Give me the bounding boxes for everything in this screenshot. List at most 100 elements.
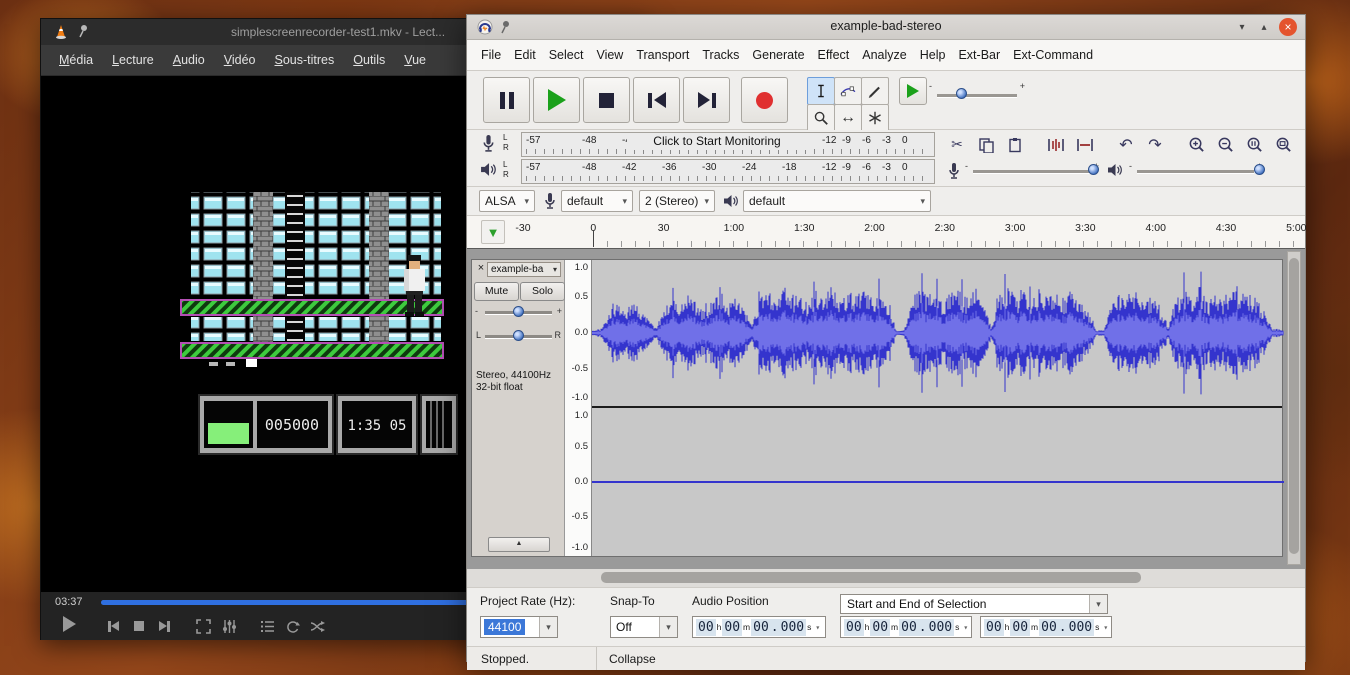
fit-selection-button[interactable] (1242, 134, 1266, 156)
loop-button[interactable] (282, 616, 302, 636)
vlc-menu-media[interactable]: Média (59, 53, 93, 67)
menu-view[interactable]: View (596, 48, 623, 62)
solo-button[interactable]: Solo (520, 282, 565, 301)
previous-button[interactable] (103, 616, 123, 636)
selection-start-field[interactable]: 00h 00m 00.000s ▾ (840, 616, 972, 638)
chevron-down-icon[interactable]: ▾ (1089, 595, 1107, 613)
gain-slider[interactable]: - + (474, 304, 563, 320)
scrollbar-thumb[interactable] (1289, 258, 1299, 554)
vlc-menu-subtitles[interactable]: Sous-titres (275, 53, 335, 67)
vertical-scrollbar[interactable] (1287, 251, 1301, 565)
recording-meter[interactable]: LR -57-48-42-36-30-24-18-12-9-6-30 Click… (473, 131, 933, 158)
project-rate-combo[interactable]: 44100 ▾ (480, 616, 558, 638)
audio-position-field[interactable]: 00h 00m 00.000s ▾ (692, 616, 826, 638)
vlc-menu-lecture[interactable]: Lecture (112, 53, 154, 67)
zoom-tool-button[interactable] (807, 104, 835, 132)
menu-help[interactable]: Help (920, 48, 946, 62)
skip-to-end-button[interactable] (683, 77, 730, 123)
play-at-speed-button[interactable] (899, 77, 927, 105)
playback-volume-slider[interactable]: - + (1129, 163, 1262, 179)
multi-tool-button[interactable] (861, 104, 889, 132)
time-shift-tool-button[interactable]: ↔ (834, 104, 862, 132)
menu-transport[interactable]: Transport (636, 48, 689, 62)
spinner-icon[interactable]: ▾ (1103, 623, 1108, 632)
menu-tracks[interactable]: Tracks (702, 48, 739, 62)
close-button[interactable]: × (1279, 18, 1297, 36)
playback-meter-bar[interactable]: -57-48-42-36-30-24-18-12-9-6-30 (521, 159, 935, 184)
recording-channels-combo[interactable]: 2 (Stereo)▾ (639, 190, 715, 212)
silence-audio-button[interactable] (1073, 134, 1097, 156)
vlc-menu-view[interactable]: Vue (404, 53, 426, 67)
track-close-button[interactable]: × (475, 262, 487, 274)
recording-device-combo[interactable]: default▾ (561, 190, 633, 212)
vlc-menu-tools[interactable]: Outils (353, 53, 385, 67)
selection-mode-combo[interactable]: Start and End of Selection ▾ (840, 594, 1108, 614)
extended-settings-button[interactable] (219, 616, 239, 636)
play-speed-slider[interactable]: - + (929, 87, 1025, 103)
fit-project-button[interactable] (1271, 134, 1295, 156)
menu-analyze[interactable]: Analyze (862, 48, 906, 62)
audacity-titlebar[interactable]: example-bad-stereo ▾ ▴ × (467, 15, 1305, 40)
skip-to-start-button[interactable] (633, 77, 680, 123)
waveform-channel-1[interactable] (592, 260, 1284, 406)
record-button[interactable] (741, 77, 788, 123)
track-name-menu[interactable]: example-ba▾ (487, 262, 561, 277)
redo-button[interactable]: ↷ (1143, 134, 1167, 156)
draw-tool-button[interactable] (861, 77, 889, 105)
stop-button[interactable] (129, 616, 149, 636)
spinner-icon[interactable]: ▾ (963, 623, 968, 632)
menu-effect[interactable]: Effect (818, 48, 850, 62)
pan-slider[interactable]: L R (474, 328, 563, 344)
slider-thumb[interactable] (956, 88, 967, 99)
menu-ext-command[interactable]: Ext-Command (1013, 48, 1093, 62)
waveform-display[interactable] (592, 260, 1282, 556)
waveform-channel-2[interactable] (592, 408, 1284, 556)
monitoring-overlay-text[interactable]: Click to Start Monitoring (627, 134, 807, 150)
playback-meter[interactable]: LR -57-48-42-36-30-24-18-12-9-6-30 (473, 158, 933, 185)
play-button[interactable] (533, 77, 580, 123)
paste-button[interactable] (1003, 134, 1027, 156)
vlc-menu-audio[interactable]: Audio (173, 53, 205, 67)
zoom-out-button[interactable] (1213, 134, 1237, 156)
vlc-menu-video[interactable]: Vidéo (224, 53, 256, 67)
horizontal-scrollbar[interactable] (467, 569, 1305, 588)
undo-button[interactable]: ↶ (1114, 134, 1138, 156)
slider-thumb[interactable] (1254, 164, 1265, 175)
timeline-ruler[interactable]: ▼ -300301:001:302:002:303:003:304:004:30… (467, 216, 1305, 249)
pinned-play-head-button[interactable]: ▼ (481, 220, 505, 244)
vertical-ruler[interactable]: 1.00.50.0-0.5-1.01.00.50.0-0.5-1.0 (565, 260, 592, 556)
menu-ext-bar[interactable]: Ext-Bar (958, 48, 1000, 62)
play-button[interactable] (59, 614, 79, 634)
mute-button[interactable]: Mute (474, 282, 519, 301)
audio-host-combo[interactable]: ALSA▾ (479, 190, 535, 212)
minimize-button[interactable]: ▾ (1233, 18, 1251, 36)
selection-end-field[interactable]: 00h 00m 00.000s ▾ (980, 616, 1112, 638)
pin-icon[interactable] (77, 24, 89, 38)
recording-meter-bar[interactable]: -57-48-42-36-30-24-18-12-9-6-30 Click to… (521, 132, 935, 157)
fullscreen-button[interactable] (193, 616, 213, 636)
scrollbar-thumb[interactable] (601, 572, 1141, 583)
spinner-icon[interactable]: ▾ (815, 623, 820, 632)
slider-thumb[interactable] (1088, 164, 1099, 175)
envelope-tool-button[interactable] (834, 77, 862, 105)
chevron-down-icon[interactable]: ▾ (539, 617, 557, 637)
menu-edit[interactable]: Edit (514, 48, 536, 62)
menu-select[interactable]: Select (549, 48, 584, 62)
chevron-down-icon[interactable]: ▾ (659, 617, 677, 637)
recording-volume-slider[interactable]: - + (965, 163, 1099, 179)
shuffle-button[interactable] (307, 616, 327, 636)
menu-generate[interactable]: Generate (752, 48, 804, 62)
stop-button[interactable] (583, 77, 630, 123)
snap-to-combo[interactable]: Off ▾ (610, 616, 678, 638)
maximize-button[interactable]: ▴ (1255, 18, 1273, 36)
playlist-button[interactable] (257, 616, 277, 636)
next-button[interactable] (154, 616, 174, 636)
selection-tool-button[interactable] (807, 77, 835, 105)
zoom-in-button[interactable] (1184, 134, 1208, 156)
pause-button[interactable] (483, 77, 530, 123)
collapse-track-button[interactable]: ▲ (488, 537, 550, 552)
menu-file[interactable]: File (481, 48, 501, 62)
slider-thumb[interactable] (513, 306, 524, 317)
slider-thumb[interactable] (513, 330, 524, 341)
copy-button[interactable] (974, 134, 998, 156)
